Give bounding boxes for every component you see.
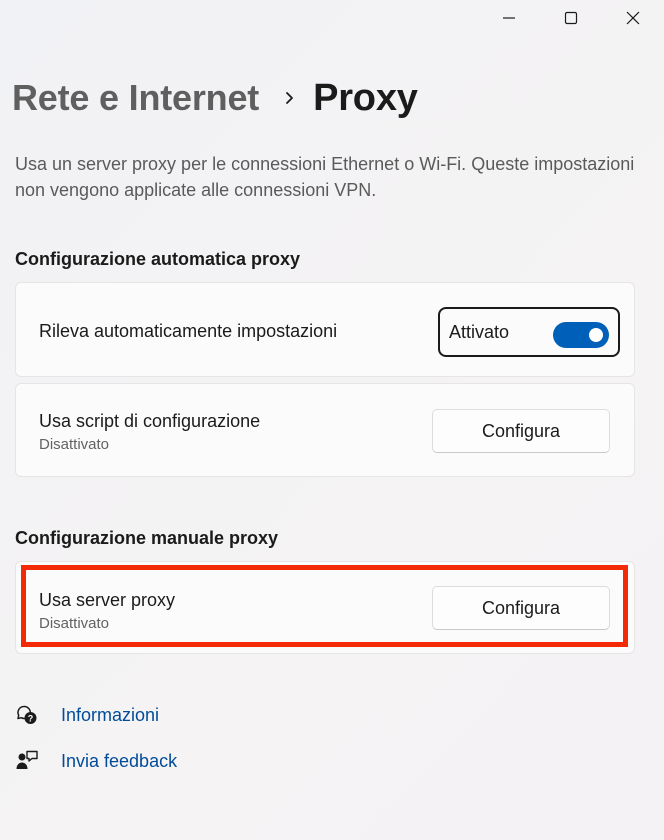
breadcrumb: Rete e Internet Proxy [12,76,418,120]
page-title: Proxy [313,76,418,119]
proxy-server-status: Disattivato [39,615,110,632]
info-link-row[interactable]: ? Informazioni [14,702,159,728]
config-script-configure-button[interactable]: Configura [432,409,610,453]
config-script-status: Disattivato [39,436,110,453]
maximize-button[interactable] [540,0,602,36]
feedback-link[interactable]: Invia feedback [61,751,177,772]
card-proxy-server: Usa server proxy Disattivato Configura [15,561,635,654]
toggle-knob [589,328,603,342]
section-title-manual-proxy: Configurazione manuale proxy [15,528,279,548]
page-description: Usa un server proxy per le connessioni E… [15,154,635,200]
auto-detect-toggle[interactable]: Attivato [438,307,620,357]
minimize-button[interactable] [478,0,540,36]
minimize-icon [503,17,515,19]
svg-text:?: ? [28,714,34,724]
close-icon [626,11,640,25]
breadcrumb-parent-link[interactable]: Rete e Internet [12,77,259,119]
chevron-right-icon [285,76,295,120]
proxy-server-configure-button[interactable]: Configura [432,586,610,630]
section-title-auto-proxy: Configurazione automatica proxy [15,249,301,269]
close-button[interactable] [602,0,664,36]
card-config-script: Usa script di configurazione Disattivato… [15,383,635,477]
toggle-switch[interactable] [553,322,609,348]
help-chat-icon: ? [14,702,40,728]
config-script-label: Usa script di configurazione [39,411,261,431]
feedback-icon [14,748,40,774]
card-auto-detect: Rileva automaticamente impostazioni Atti… [15,282,635,377]
toggle-state-label: Attivato [449,321,510,342]
window-controls [478,0,664,36]
feedback-link-row[interactable]: Invia feedback [14,748,177,774]
maximize-icon [564,11,578,25]
auto-detect-label: Rileva automaticamente impostazioni [39,321,338,341]
proxy-server-label: Usa server proxy [39,590,176,610]
info-link[interactable]: Informazioni [61,705,159,726]
